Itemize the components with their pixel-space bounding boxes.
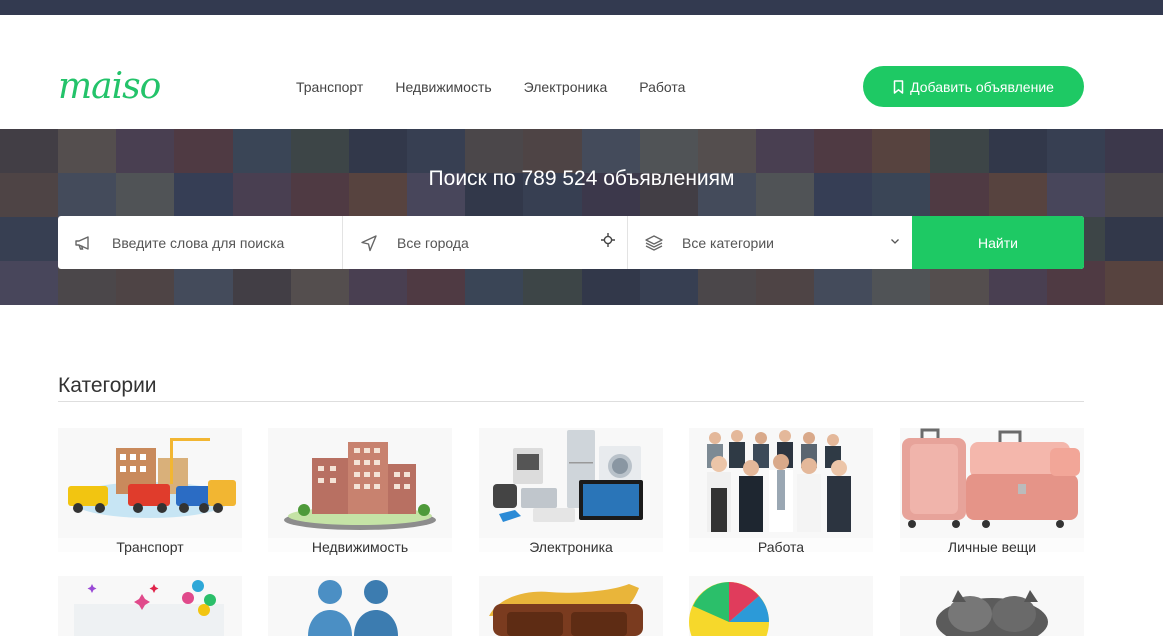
appliances-illustration	[493, 430, 643, 522]
main-nav: Транспорт Недвижимость Электроника Работ…	[296, 77, 685, 97]
category-card-transport[interactable]: Транспорт	[58, 428, 242, 556]
navigation-arrow-icon	[359, 233, 379, 253]
people-icon-illustration	[308, 580, 398, 636]
hero-banner: Поиск по 789 524 объявлениям Все категор…	[0, 129, 1163, 305]
city-field[interactable]	[343, 216, 628, 269]
bookmark-icon	[893, 79, 904, 94]
chevron-down-icon	[890, 233, 900, 249]
category-card-jobs[interactable]: Работа	[689, 428, 873, 556]
category-card-electronics[interactable]: Электроника	[479, 428, 663, 556]
nav-item-real-estate[interactable]: Недвижимость	[395, 77, 491, 97]
categories-heading: Категории	[58, 374, 157, 397]
category-label: Транспорт	[58, 538, 242, 556]
top-strip	[0, 0, 1163, 15]
search-bar: Все категории Найти	[58, 216, 1084, 269]
search-submit-button[interactable]: Найти	[912, 216, 1084, 269]
category-card-row2-4[interactable]	[689, 576, 873, 641]
category-card-personal-items[interactable]: Личные вещи	[900, 428, 1084, 556]
add-listing-button[interactable]: Добавить объявление	[863, 66, 1084, 107]
category-label: Электроника	[479, 538, 663, 556]
megaphone-icon	[74, 233, 94, 253]
category-label: Работа	[689, 538, 873, 556]
category-select[interactable]: Все категории	[628, 216, 912, 269]
keywords-field[interactable]	[58, 216, 343, 269]
party-illustration	[74, 580, 224, 641]
logo[interactable]: maiso	[58, 67, 161, 107]
hobby-ball-illustration	[689, 582, 769, 641]
building-illustration	[284, 442, 436, 530]
city-input[interactable]	[397, 234, 587, 251]
category-select-value: Все категории	[682, 234, 774, 251]
furniture-illustration	[489, 584, 643, 636]
crosshair-icon[interactable]	[601, 233, 615, 250]
nav-item-jobs[interactable]: Работа	[639, 77, 685, 97]
suitcases-illustration	[902, 428, 1080, 528]
nav-item-transport[interactable]: Транспорт	[296, 77, 363, 97]
add-listing-label: Добавить объявление	[910, 78, 1054, 95]
category-card-row2-5[interactable]	[900, 576, 1084, 641]
categories-divider	[58, 401, 1084, 402]
pets-illustration	[936, 590, 1048, 641]
category-card-row2-3[interactable]	[479, 576, 663, 636]
nav-item-electronics[interactable]: Электроника	[524, 77, 608, 97]
site-header: maiso Транспорт Недвижимость Электроника…	[0, 15, 1163, 129]
keywords-input[interactable]	[112, 234, 302, 251]
category-label: Недвижимость	[268, 538, 452, 556]
layers-icon	[644, 233, 664, 253]
category-card-row2-1[interactable]	[58, 576, 242, 641]
hero-title: Поиск по 789 524 объявлениям	[428, 167, 735, 190]
vehicles-illustration	[68, 438, 236, 518]
category-card-row2-2[interactable]	[268, 576, 452, 636]
business-people-illustration	[707, 430, 851, 532]
category-card-real-estate[interactable]: Недвижимость	[268, 428, 452, 556]
category-label: Личные вещи	[900, 538, 1084, 556]
